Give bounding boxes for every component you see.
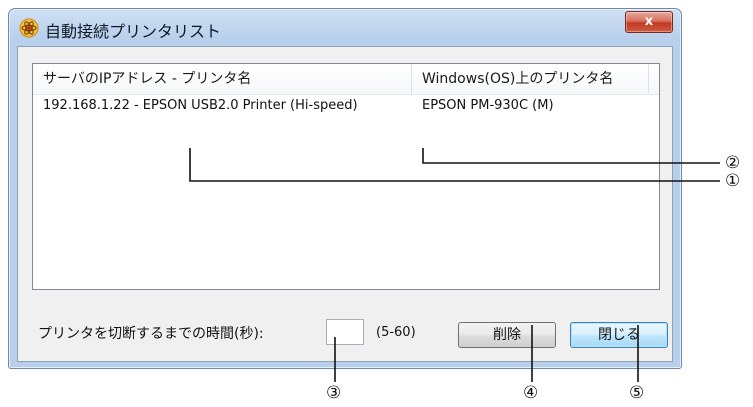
callout-number-1: ① <box>725 171 741 191</box>
column-header-windows-printer[interactable]: Windows(OS)上のプリンタ名 <box>412 64 648 94</box>
close-icon: x <box>644 14 654 29</box>
timeout-range-hint: (5-60) <box>376 325 416 340</box>
delete-button[interactable]: 削除 <box>458 322 556 348</box>
timeout-label: プリンタを切断するまでの時間(秒): <box>38 326 264 342</box>
cell-windows-printer: EPSON PM-930C (M) <box>422 98 554 113</box>
column-divider[interactable] <box>648 64 649 94</box>
dialog-window: 自動接続プリンタリスト x サーバのIPアドレス - プリンタ名 Windows… <box>8 8 682 369</box>
window-close-button[interactable]: x <box>625 11 673 33</box>
cell-server-printer: 192.168.1.22 - EPSON USB2.0 Printer (Hi-… <box>43 98 358 113</box>
atom-app-icon <box>19 18 39 38</box>
title-bar[interactable]: 自動接続プリンタリスト x <box>9 9 681 47</box>
printer-list-view[interactable]: サーバのIPアドレス - プリンタ名 Windows(OS)上のプリンタ名 19… <box>32 63 660 290</box>
callout-number-5: ⑤ <box>629 383 645 403</box>
timeout-seconds-input[interactable] <box>326 319 364 345</box>
close-button[interactable]: 閉じる <box>570 322 668 348</box>
dialog-client-area: サーバのIPアドレス - プリンタ名 Windows(OS)上のプリンタ名 19… <box>17 46 673 362</box>
callout-number-4: ④ <box>523 383 539 403</box>
window-title: 自動接続プリンタリスト <box>45 22 222 41</box>
table-row[interactable]: 192.168.1.22 - EPSON USB2.0 Printer (Hi-… <box>33 95 659 117</box>
column-header-server-printer[interactable]: サーバのIPアドレス - プリンタ名 <box>33 64 411 94</box>
list-header: サーバのIPアドレス - プリンタ名 Windows(OS)上のプリンタ名 <box>33 64 659 95</box>
callout-number-3: ③ <box>326 383 342 403</box>
callout-number-2: ② <box>725 153 741 173</box>
